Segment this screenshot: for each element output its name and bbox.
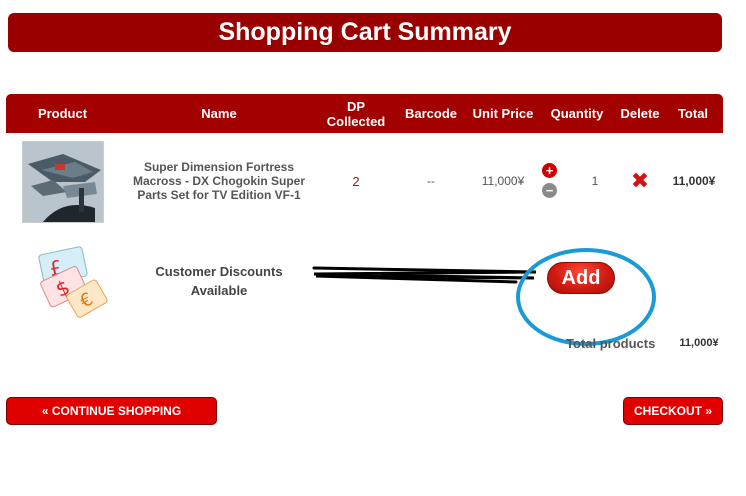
discounts-available-label: Customer Discounts Available [155,264,283,298]
redaction-scribble [312,266,537,284]
quantity-value: 1 [591,174,599,188]
increase-quantity-button[interactable]: + [542,163,557,178]
header-name: Name [201,106,237,121]
cart-table-header: Product Name DP Collected Barcode Unit P… [6,94,723,133]
line-total-value: 11,000¥ [672,174,716,188]
header-product: Product [37,106,88,121]
unit-price-value: 11,000¥ [481,174,525,188]
product-image[interactable] [22,141,104,223]
money-icon: £ $ € [36,240,112,318]
dp-collected-value: 2 [352,173,360,189]
annotation-circle [516,248,656,346]
delete-item-button[interactable]: ✖ [617,136,663,226]
header-unit-price: Unit Price [472,106,534,121]
header-barcode: Barcode [404,106,458,121]
barcode-value: -- [427,174,435,188]
decrease-quantity-button[interactable]: − [542,183,557,198]
product-image-graphic [23,142,103,222]
continue-shopping-button[interactable]: « CONTINUE SHOPPING [6,397,217,425]
header-delete: Delete [620,106,660,121]
header-dp-collected: DP Collected [326,98,386,129]
page-title: Shopping Cart Summary [8,13,722,52]
product-name[interactable]: Super Dimension Fortress Macross - DX Ch… [119,136,319,226]
total-products-label: Total products [566,335,656,351]
discount-row: £ $ € Customer Discounts Available Add T… [6,236,723,356]
table-row: Super Dimension Fortress Macross - DX Ch… [6,136,723,226]
header-quantity: Quantity [550,106,604,121]
header-total: Total [677,106,709,121]
total-products-value: 11,000¥ [679,337,719,349]
checkout-button[interactable]: CHECKOUT » [623,397,723,425]
